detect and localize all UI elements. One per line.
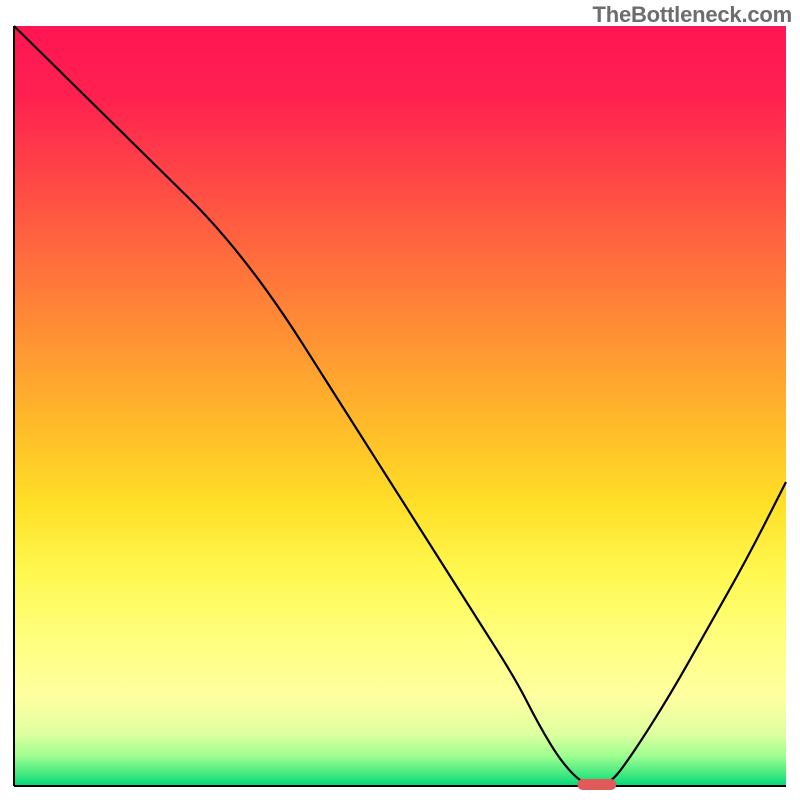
chart-container: TheBottleneck.com — [0, 0, 800, 800]
watermark-text: TheBottleneck.com — [592, 2, 792, 28]
bottleneck-chart — [0, 0, 800, 800]
optimal-marker — [578, 779, 617, 790]
